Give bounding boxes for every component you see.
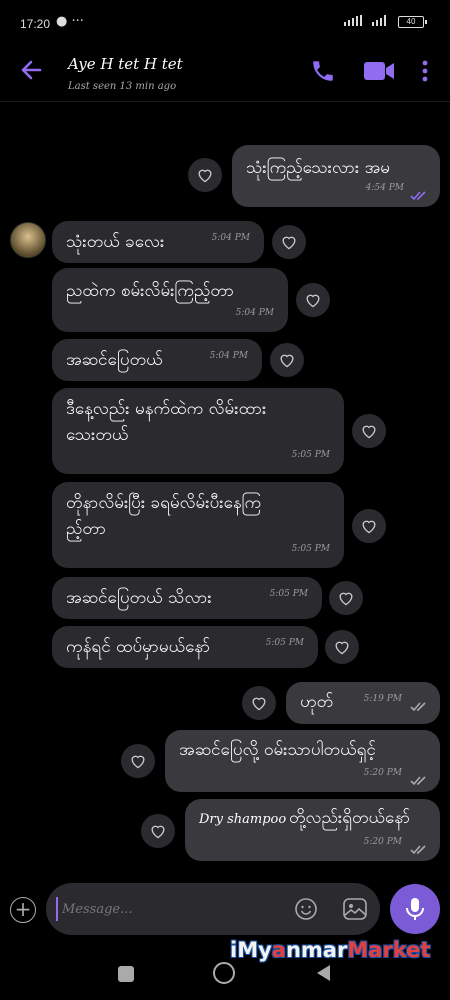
message-bubble-incoming[interactable]: ညထဲက စမ်းလိမ်းကြည့်တာ 5:04 PM <box>52 268 288 332</box>
reaction-button[interactable] <box>141 814 175 848</box>
message-text-line-1: တိုနာလိမ်းပြီး ခရမ်လိမ်းပီးနေကြ <box>66 493 262 513</box>
delivered-ticks-icon <box>410 702 426 712</box>
heart-icon <box>198 169 212 183</box>
heart-icon <box>362 520 376 534</box>
signal-icon-2 <box>372 15 392 29</box>
message-bubble-incoming[interactable]: တိုနာလိမ်းပြီး ခရမ်လိမ်းပီးနေကြ ည့်တာ 5:… <box>52 482 344 568</box>
message-time: 4:54 PM <box>365 183 404 193</box>
smiley-icon <box>295 898 317 920</box>
watermark-part-3: nmar <box>285 938 348 962</box>
heart-icon <box>252 697 266 711</box>
image-sticker-icon <box>343 898 367 920</box>
message-time: 5:20 PM <box>363 837 402 847</box>
sticker-button[interactable] <box>342 897 368 925</box>
back-button[interactable] <box>18 56 46 84</box>
last-seen-status: Last seen 13 min ago <box>68 81 177 92</box>
message-bubble-outgoing[interactable]: သုံးကြည့်သေးလား အမ 4:54 PM <box>232 145 440 207</box>
message-time: 5:05 PM <box>265 638 304 648</box>
message-bubble-incoming[interactable]: ဒီနေ့လည်း မနက်ထဲက လိမ်းထား သေးတယ် 5:05 P… <box>52 388 344 474</box>
message-text: အဆင်ပြေလို့ ဝမ်းသာပါတယ်ရှင့် <box>179 740 376 760</box>
contact-name[interactable]: Aye H tet H tet <box>68 55 183 73</box>
message-input[interactable] <box>56 897 276 921</box>
reaction-button[interactable] <box>296 283 330 317</box>
message-composer: + <box>0 880 450 940</box>
status-indicators: 40 <box>344 15 427 29</box>
back-arrow-icon <box>21 60 42 80</box>
call-button[interactable] <box>310 58 336 88</box>
message-bubble-incoming[interactable]: အဆင်ပြေတယ် 5:04 PM <box>52 339 262 381</box>
chat-header: Aye H tet H tet Last seen 13 min ago <box>0 40 450 102</box>
video-call-button[interactable] <box>362 58 396 88</box>
heart-icon <box>335 641 349 655</box>
message-time: 5:20 PM <box>363 768 402 778</box>
message-text: ကုန်ရင် ထပ်မှာမယ်နော် <box>66 637 211 657</box>
emoji-button[interactable] <box>294 897 318 925</box>
message-bubble-outgoing[interactable]: ဟုတ် 5:19 PM <box>286 682 440 724</box>
heart-icon <box>306 294 320 308</box>
delivered-ticks-icon <box>410 776 426 786</box>
reaction-button[interactable] <box>188 158 222 192</box>
message-time: 5:04 PM <box>235 308 274 318</box>
message-text: ဟုတ် <box>300 692 334 712</box>
phone-icon <box>313 61 333 81</box>
plus-icon: + <box>14 897 32 921</box>
reaction-button[interactable] <box>329 581 363 615</box>
message-text: အဆင်ပြေတယ် <box>66 350 163 370</box>
signal-icon <box>344 15 366 29</box>
message-text: တို့လည်းရှိတယ်နော် <box>289 808 411 828</box>
reaction-button[interactable] <box>352 509 386 543</box>
heart-icon <box>131 755 145 769</box>
message-input-wrapper <box>46 883 380 935</box>
heart-icon <box>362 425 376 439</box>
watermark-logo: iMyanmarMarket <box>230 938 430 962</box>
message-text: ညထဲက စမ်းလိမ်းကြည့်တာ <box>66 281 234 301</box>
recent-apps-button[interactable] <box>118 966 134 982</box>
contact-avatar[interactable] <box>10 222 46 258</box>
reaction-button[interactable] <box>325 630 359 664</box>
message-time: 5:04 PM <box>209 351 248 361</box>
message-bubble-incoming[interactable]: သုံးတယ် ခလေး 5:04 PM <box>52 221 264 263</box>
reaction-button[interactable] <box>272 225 306 259</box>
message-time: 5:05 PM <box>269 589 308 599</box>
message-time: 5:05 PM <box>291 450 330 460</box>
attach-button[interactable]: + <box>10 897 36 923</box>
message-text-line-2: ည့်တာ <box>66 519 106 539</box>
watermark-part-4: Market <box>347 938 431 962</box>
notification-icons: ● ··· <box>56 14 84 29</box>
battery-icon: 40 <box>398 16 427 28</box>
reaction-button[interactable] <box>352 414 386 448</box>
video-camera-icon <box>364 62 394 80</box>
reaction-button[interactable] <box>242 686 276 720</box>
reaction-button[interactable] <box>270 343 304 377</box>
message-bubble-outgoing[interactable]: အဆင်ပြေလို့ ဝမ်းသာပါတယ်ရှင့် 5:20 PM <box>165 730 440 792</box>
message-bubble-incoming[interactable]: အဆင်ပြေတယ် သိလား 5:05 PM <box>52 577 322 619</box>
delivered-ticks-icon <box>410 845 426 855</box>
back-nav-icon[interactable] <box>314 963 332 983</box>
watermark-part-2: a <box>271 938 286 962</box>
read-ticks-icon <box>410 191 426 201</box>
heart-icon <box>151 825 165 839</box>
message-time: 5:19 PM <box>363 694 402 704</box>
message-bubble-incoming[interactable]: ကုန်ရင် ထပ်မှာမယ်နော် 5:05 PM <box>52 626 318 668</box>
message-time: 5:05 PM <box>291 544 330 554</box>
status-time: 17:20 <box>20 17 51 31</box>
microphone-icon <box>406 898 424 920</box>
heart-icon <box>282 236 296 250</box>
message-text: သုံးတယ် ခလေး <box>66 232 165 252</box>
reaction-button[interactable] <box>121 744 155 778</box>
message-text-english: Dry shampoo <box>199 812 287 827</box>
watermark-part-1: iMy <box>230 938 272 962</box>
home-button[interactable] <box>213 962 235 984</box>
message-text-line-1: ဒီနေ့လည်း မနက်ထဲက လိမ်းထား <box>66 399 267 419</box>
more-vertical-icon <box>422 60 428 82</box>
voice-message-button[interactable] <box>390 884 440 934</box>
message-bubble-outgoing[interactable]: Dry shampoo တို့လည်းရှိတယ်နော် 5:20 PM <box>185 799 440 861</box>
heart-icon <box>339 592 353 606</box>
more-options-button[interactable] <box>420 58 430 88</box>
heart-icon <box>280 354 294 368</box>
message-time: 5:04 PM <box>211 233 250 243</box>
status-bar: 17:20 ● ··· 40 <box>0 0 450 40</box>
message-text-line-2: သေးတယ် <box>66 425 129 445</box>
message-text: အဆင်ပြေတယ် သိလား <box>66 588 212 608</box>
